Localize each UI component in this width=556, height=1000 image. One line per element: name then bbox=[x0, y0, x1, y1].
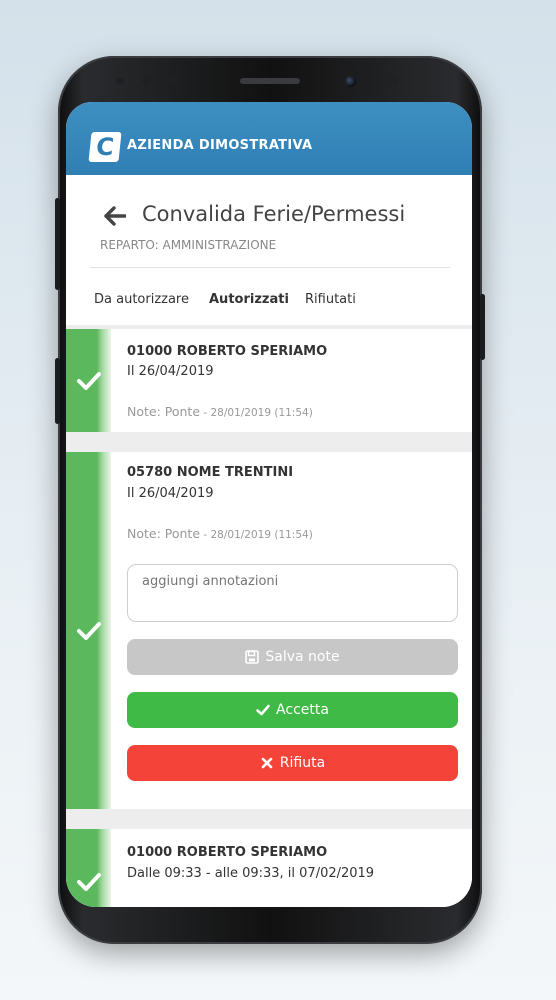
tab-autorizzati[interactable]: Autorizzati bbox=[209, 292, 289, 307]
check-icon bbox=[77, 873, 101, 891]
note-label: Note: Ponte bbox=[127, 526, 201, 541]
save-notes-button[interactable]: Salva note bbox=[127, 639, 458, 675]
tab-rifiutati[interactable]: Rifiutati bbox=[305, 292, 356, 307]
flash-sensor bbox=[390, 77, 398, 85]
annotation-input[interactable] bbox=[127, 564, 458, 622]
request-note: Note: Ponte - 28/01/2019 (11:54) bbox=[127, 526, 313, 541]
request-date: Dalle 09:33 - alle 09:33, il 07/02/2019 bbox=[127, 866, 375, 881]
front-camera-icon bbox=[345, 76, 356, 87]
phone-frame: C AZIENDA DIMOSTRATIVA Convalida Ferie/P… bbox=[55, 56, 485, 944]
accept-button[interactable]: Accetta bbox=[127, 692, 458, 728]
company-logo: C bbox=[88, 132, 122, 162]
arrow-left-icon[interactable] bbox=[104, 206, 126, 226]
approved-status-stripe bbox=[66, 829, 111, 907]
app-screen: C AZIENDA DIMOSTRATIVA Convalida Ferie/P… bbox=[66, 102, 472, 907]
bixby-button bbox=[55, 358, 60, 424]
request-note: Note: Ponte - 28/01/2019 (11:54) bbox=[127, 404, 313, 419]
close-icon bbox=[261, 757, 273, 769]
employee-name: 01000 ROBERTO SPERIAMO bbox=[127, 344, 328, 359]
list-separator bbox=[66, 809, 472, 829]
header-divider bbox=[90, 267, 450, 268]
volume-button bbox=[55, 198, 60, 290]
list-separator bbox=[66, 432, 472, 452]
check-icon bbox=[77, 622, 101, 640]
note-timestamp: - 28/01/2019 (11:54) bbox=[200, 529, 313, 541]
note-timestamp: - 28/01/2019 (11:54) bbox=[200, 407, 313, 419]
check-icon bbox=[77, 372, 101, 390]
request-date: Il 26/04/2019 bbox=[127, 364, 214, 379]
save-notes-label: Salva note bbox=[265, 649, 340, 665]
earpiece-speaker bbox=[240, 78, 300, 84]
request-card: 01000 ROBERTO SPERIAMO Il 26/04/2019 Not… bbox=[66, 329, 472, 432]
reject-button[interactable]: Rifiuta bbox=[127, 745, 458, 781]
accept-label: Accetta bbox=[276, 702, 329, 718]
app-header: C AZIENDA DIMOSTRATIVA bbox=[66, 102, 472, 175]
light-sensor bbox=[142, 77, 150, 85]
employee-name: 05780 NOME TRENTINI bbox=[127, 465, 294, 480]
floppy-disk-icon bbox=[245, 650, 260, 664]
request-card: 01000 ROBERTO SPERIAMO Dalle 09:33 - all… bbox=[66, 829, 472, 907]
iris-sensor bbox=[170, 77, 178, 85]
employee-name: 01000 ROBERTO SPERIAMO bbox=[127, 845, 328, 860]
note-label: Note: Ponte bbox=[127, 404, 201, 419]
request-card: 05780 NOME TRENTINI Il 26/04/2019 Note: … bbox=[66, 452, 472, 809]
request-date: Il 26/04/2019 bbox=[127, 486, 214, 501]
reject-label: Rifiuta bbox=[279, 755, 326, 771]
tab-da-autorizzare[interactable]: Da autorizzare bbox=[94, 292, 189, 307]
proximity-sensor bbox=[116, 77, 124, 85]
power-button bbox=[480, 294, 485, 360]
department-label: REPARTO: AMMINISTRAZIONE bbox=[100, 238, 277, 252]
check-icon bbox=[256, 704, 270, 716]
page-title: Convalida Ferie/Permessi bbox=[142, 202, 406, 226]
company-name: AZIENDA DIMOSTRATIVA bbox=[127, 138, 313, 153]
